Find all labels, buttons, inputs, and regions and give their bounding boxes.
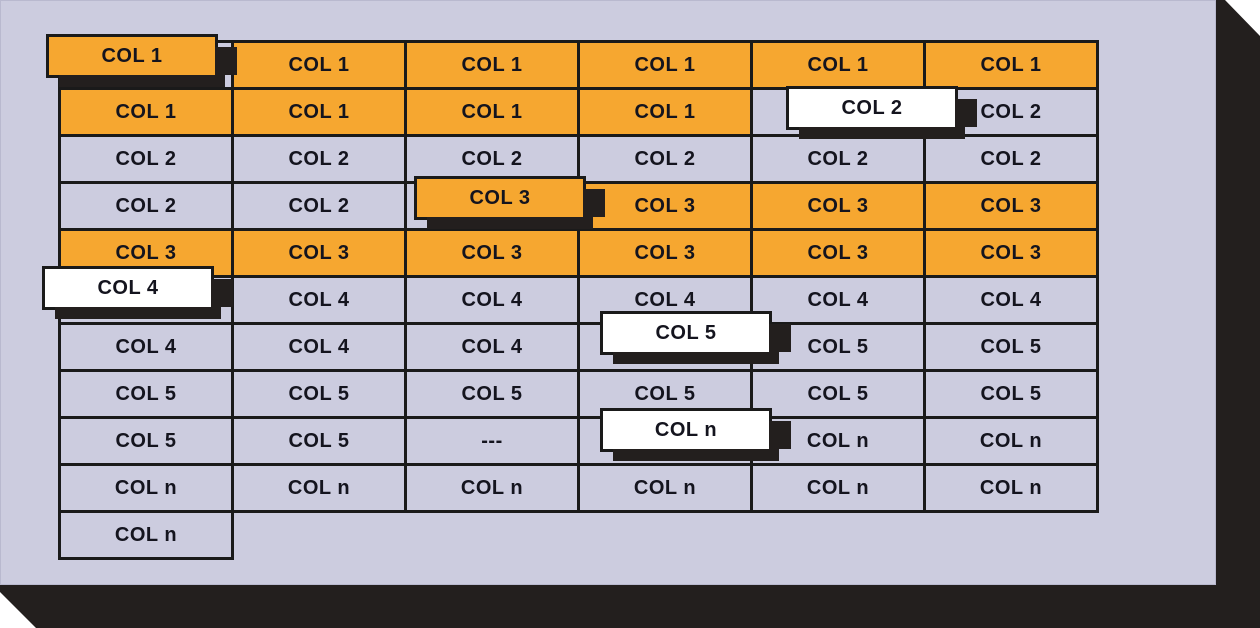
grid-cell[interactable]: COL 2 [58,134,234,184]
grid-cell[interactable]: COL 4 [923,275,1099,325]
table-row: COL 3 COL 3 COL 3 COL 3 COL 3 COL 3 [58,228,1099,278]
raised-tile[interactable]: COL 3 [414,176,593,229]
grid-cell [752,512,925,559]
grid-cell[interactable]: COL 2 [231,134,407,184]
grid-cell[interactable]: COL 4 [58,322,234,372]
grid-cell[interactable]: COL 2 [923,134,1099,184]
grid-cell[interactable]: COL 1 [750,40,926,90]
grid-cell[interactable]: COL 4 [750,275,926,325]
grid-cell[interactable]: COL 2 [58,181,234,231]
raised-tile[interactable]: COL 2 [786,86,965,139]
raised-tile[interactable]: COL 5 [600,311,779,364]
grid-cell[interactable]: COL 1 [404,40,580,90]
grid-cell[interactable]: COL 2 [231,181,407,231]
grid-cell[interactable]: COL 3 [923,181,1099,231]
grid-cell[interactable]: --- [404,416,580,466]
grid-cell[interactable]: COL 5 [58,416,234,466]
raised-tile[interactable]: COL 1 [46,34,225,87]
grid-cell[interactable]: COL 5 [750,369,926,419]
grid-cell[interactable]: COL 1 [923,40,1099,90]
grid-cell[interactable]: COL 4 [404,275,580,325]
grid-cell[interactable]: COL 5 [923,369,1099,419]
grid-cell[interactable]: COL 4 [231,275,407,325]
grid-cell[interactable]: COL 3 [923,228,1099,278]
grid-cell[interactable]: COL 4 [231,322,407,372]
table-row: COL n COL n COL n COL n COL n COL n [58,463,1099,513]
grid-cell[interactable]: COL n [923,416,1099,466]
grid-cell[interactable]: COL 5 [58,369,234,419]
grid-cell[interactable]: COL 3 [404,228,580,278]
grid-cell[interactable]: COL 4 [404,322,580,372]
diagram-canvas: COL 1 COL 1 COL 1 COL 1 COL 1 COL 1 COL 1 COL 1… [0,0,1260,628]
grid-cell[interactable]: COL 1 [58,87,234,137]
grid-cell [406,512,579,559]
grid-cell[interactable]: COL 3 [231,228,407,278]
grid-cell[interactable]: COL 5 [231,416,407,466]
grid-cell[interactable]: COL 1 [231,87,407,137]
table-row: COL n [58,510,1098,560]
grid-cell[interactable]: COL 2 [577,134,753,184]
grid-cell[interactable]: COL 1 [577,40,753,90]
grid-cell[interactable]: COL 1 [404,87,580,137]
grid-cell[interactable]: COL 2 [750,134,926,184]
grid-cell [925,512,1098,559]
table-row: COL 4COL 4COL 4COL 5COL 5COL 5 [58,322,1099,372]
grid-cell[interactable]: COL 1 [577,87,753,137]
raised-tile[interactable]: COL n [600,408,779,461]
grid-cell[interactable]: COL n [231,463,407,513]
grid-cell[interactable]: COL 3 [577,228,753,278]
grid-cell[interactable]: COL 5 [923,322,1099,372]
raised-tile[interactable]: COL 4 [42,266,221,319]
grid-cell[interactable]: COL 3 [750,181,926,231]
grid-cell[interactable]: COL n [923,463,1099,513]
grid-cell[interactable]: COL 3 [750,228,926,278]
grid-cell[interactable]: COL 5 [404,369,580,419]
table-row: COL 5 COL 5 COL 5 COL 5 COL 5 COL 5 [58,369,1099,419]
grid-cell [579,512,752,559]
grid-cell[interactable]: COL n [750,463,926,513]
grid-cell[interactable]: COL n [577,463,753,513]
grid-cell[interactable]: COL n [58,510,234,560]
grid-cell[interactable]: COL n [404,463,580,513]
grid-cell[interactable]: COL n [58,463,234,513]
grid-cell[interactable]: COL 5 [231,369,407,419]
grid-cell[interactable]: COL 1 [231,40,407,90]
grid-cell [233,512,406,559]
table-row: COL 5COL 5---COL nCOL nCOL n [58,416,1099,466]
